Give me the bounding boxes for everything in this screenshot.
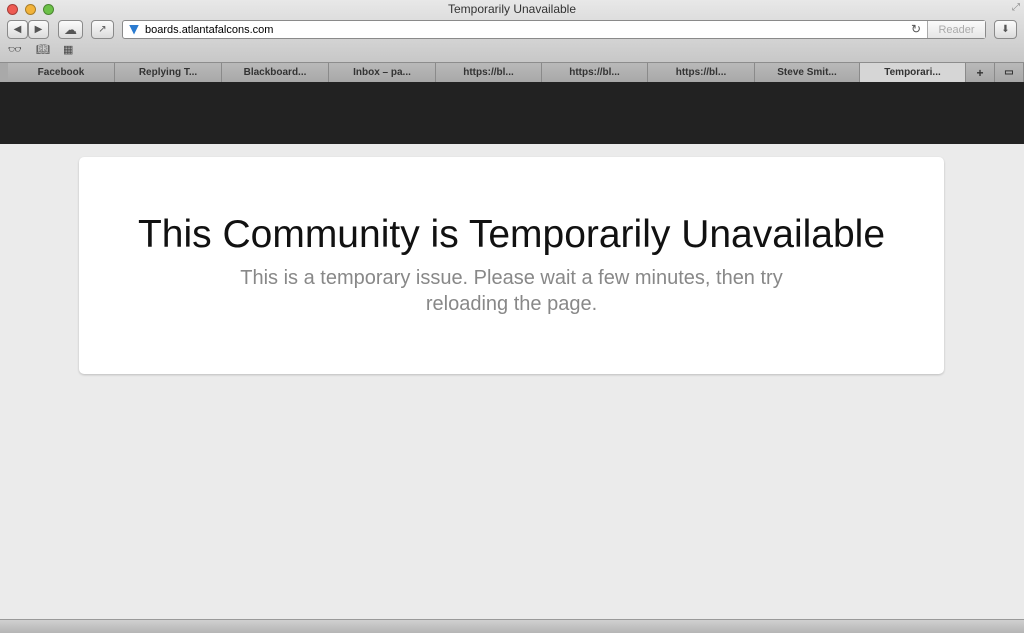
site-favicon (129, 24, 139, 35)
top-sites-icon[interactable]: ▦ (63, 43, 73, 56)
tab-active[interactable]: Temporari... (860, 63, 966, 82)
tab[interactable]: Steve Smit... (755, 63, 860, 82)
tab[interactable]: https://bl... (542, 63, 648, 82)
reload-icon[interactable]: ↻ (911, 22, 921, 36)
tab[interactable]: Inbox – pa... (329, 63, 436, 82)
tab[interactable]: https://bl... (648, 63, 755, 82)
address-bar[interactable]: boards.atlantafalcons.com ↻ Reader (122, 20, 986, 39)
forward-button[interactable]: ▶ (28, 20, 49, 39)
tab-view-button[interactable]: ▭ (995, 63, 1024, 82)
downloads-button[interactable]: ⬇ (994, 20, 1017, 39)
tab[interactable]: Replying T... (115, 63, 222, 82)
fullscreen-icon[interactable]: ⤢ (1012, 2, 1020, 13)
site-header (0, 82, 1024, 144)
error-message: This is a temporary issue. Please wait a… (240, 267, 783, 315)
status-bar (0, 619, 1024, 633)
tab[interactable]: Blackboard... (222, 63, 329, 82)
share-button[interactable]: ↗ (91, 20, 114, 39)
tab[interactable]: Facebook (8, 63, 115, 82)
window-title: Temporarily Unavailable (447, 2, 577, 16)
new-tab-button[interactable]: + (966, 63, 995, 82)
reader-button[interactable]: Reader (927, 21, 985, 38)
url-text: boards.atlantafalcons.com (145, 23, 274, 36)
icloud-tabs-button[interactable]: ☁ (58, 20, 83, 39)
reading-list-icon[interactable]: 👓︎ (8, 43, 22, 56)
tab[interactable]: https://bl... (436, 63, 542, 82)
tab-bar: Facebook Replying T... Blackboard... Inb… (0, 62, 1024, 82)
error-card: This Community is Temporarily Unavailabl… (79, 157, 944, 374)
bookmarks-icon[interactable]: 📖︎ (36, 43, 50, 56)
page-title: This Community is Temporarily Unavailabl… (137, 213, 886, 256)
back-button[interactable]: ◀ (7, 20, 28, 39)
